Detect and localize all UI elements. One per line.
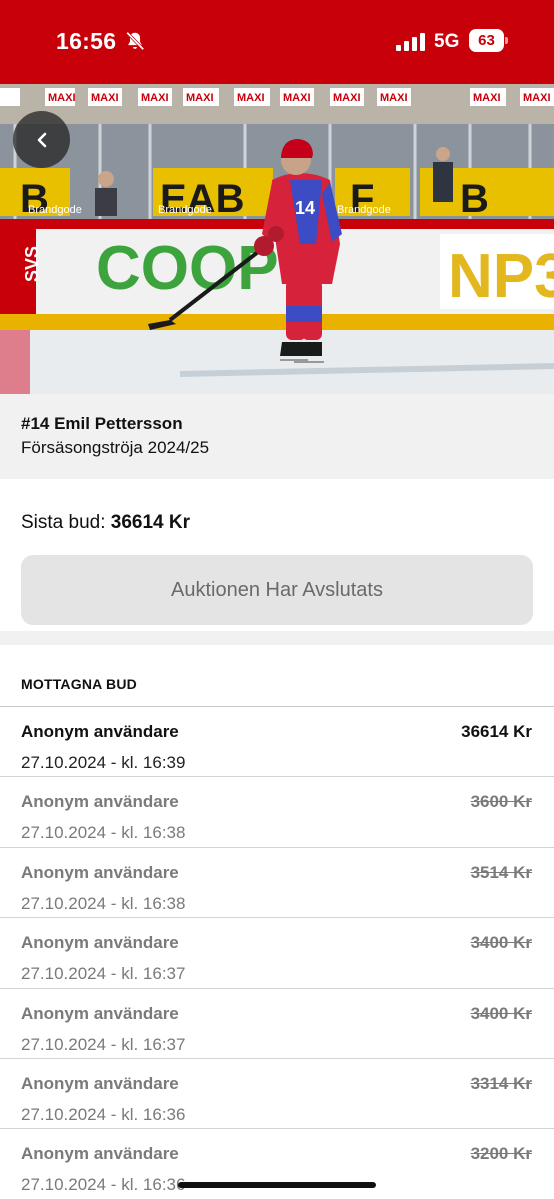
item-title: #14 Emil Pettersson: [21, 414, 183, 433]
home-indicator[interactable]: [178, 1182, 376, 1188]
svg-text:MAXI: MAXI: [186, 92, 214, 104]
bid-row: Anonym användare 3200 Kr 27.10.2024 - kl…: [0, 1129, 554, 1200]
svg-text:MAXI: MAXI: [473, 92, 501, 104]
bid-amount: 3600 Kr: [470, 792, 532, 812]
bid-section: Sista bud: 36614 Kr Auktionen Har Avslut…: [0, 479, 554, 631]
svg-text:MAXI: MAXI: [237, 92, 265, 104]
hero-image: MAXI MAXI MAXI MAXI MAXI MAXI MAXI MAXI MAXI…: [0, 84, 554, 394]
bid-user: Anonym användare: [21, 722, 179, 741]
battery-icon: 63: [469, 29, 509, 52]
svg-text:MAXI: MAXI: [380, 92, 408, 104]
received-bids-header: MOTTAGNA BUD: [21, 676, 137, 692]
last-bid: Sista bud: 36614 Kr: [21, 512, 190, 534]
svg-text:Brandgode: Brandgode: [158, 204, 212, 216]
svg-text:MAXI: MAXI: [91, 92, 119, 104]
bid-user: Anonym användare: [21, 862, 179, 882]
item-subtitle: Försäsongströja 2024/25: [21, 438, 210, 457]
bid-time: 27.10.2024 - kl. 16:37: [21, 964, 186, 984]
svg-text:14: 14: [295, 198, 315, 218]
np3-ad: NP3: [448, 242, 554, 311]
bid-user: Anonym användare: [21, 1144, 179, 1164]
bid-amount: 36614 Kr: [461, 722, 532, 741]
status-bar: 16:56 5G 63: [0, 0, 554, 84]
bid-row: Anonym användare 3514 Kr 27.10.2024 - kl…: [0, 848, 554, 919]
svg-text:SVS: SVS: [22, 246, 42, 282]
network-label: 5G: [434, 31, 460, 52]
last-bid-label: Sista bud:: [21, 512, 106, 533]
bid-time: 27.10.2024 - kl. 16:38: [21, 823, 186, 843]
bid-user: Anonym användare: [21, 1073, 179, 1093]
signal-icon: [396, 33, 425, 51]
bid-user: Anonym användare: [21, 1003, 179, 1023]
item-info: #14 Emil Pettersson Försäsongströja 2024…: [0, 394, 554, 479]
bid-list: Anonym användare 36614 Kr 27.10.2024 - k…: [0, 707, 554, 1200]
section-divider: [0, 631, 554, 645]
chevron-left-icon: [37, 132, 46, 147]
status-time: 16:56: [56, 28, 117, 54]
bid-amount: 3400 Kr: [470, 1003, 532, 1023]
svg-text:B: B: [460, 177, 489, 221]
svg-text:MAXI: MAXI: [523, 92, 551, 104]
bid-row: Anonym användare 36614 Kr 27.10.2024 - k…: [0, 707, 554, 778]
bid-row: Anonym användare 3314 Kr 27.10.2024 - kl…: [0, 1059, 554, 1130]
brandgode-ad: Brandgode: [28, 204, 82, 216]
bid-user: Anonym användare: [21, 933, 179, 953]
coop-ad: COOP: [96, 234, 279, 303]
auction-ended-button[interactable]: Auktionen Har Avslutats: [21, 555, 533, 625]
bid-amount: 3400 Kr: [470, 933, 532, 953]
svg-text:MAXI: MAXI: [283, 92, 311, 104]
bid-row: Anonym användare 3400 Kr 27.10.2024 - kl…: [0, 918, 554, 989]
bid-user: Anonym användare: [21, 792, 179, 812]
bid-time: 27.10.2024 - kl. 16:36: [21, 1175, 186, 1195]
maxi-ad: MAXI: [48, 92, 76, 104]
bid-row: Anonym användare 3600 Kr 27.10.2024 - kl…: [0, 777, 554, 848]
svg-text:Brandgode: Brandgode: [337, 204, 391, 216]
battery-level: 63: [478, 32, 495, 49]
bid-time: 27.10.2024 - kl. 16:39: [21, 753, 186, 772]
svg-text:MAXI: MAXI: [141, 92, 169, 104]
last-bid-value: 36614 Kr: [110, 512, 191, 533]
hockey-player-photo: MAXI MAXI MAXI MAXI MAXI MAXI MAXI MAXI MAXI…: [0, 84, 554, 394]
svg-text:MAXI: MAXI: [333, 92, 361, 104]
bell-slash-icon: [126, 31, 145, 51]
bid-time: 27.10.2024 - kl. 16:37: [21, 1034, 186, 1054]
bid-amount: 3200 Kr: [470, 1144, 532, 1164]
bid-time: 27.10.2024 - kl. 16:36: [21, 1104, 186, 1124]
back-button[interactable]: [13, 111, 70, 168]
bid-row: Anonym användare 3400 Kr 27.10.2024 - kl…: [0, 989, 554, 1059]
bid-time: 27.10.2024 - kl. 16:38: [21, 893, 186, 913]
bid-amount: 3514 Kr: [470, 862, 532, 882]
bid-amount: 3314 Kr: [470, 1073, 532, 1093]
